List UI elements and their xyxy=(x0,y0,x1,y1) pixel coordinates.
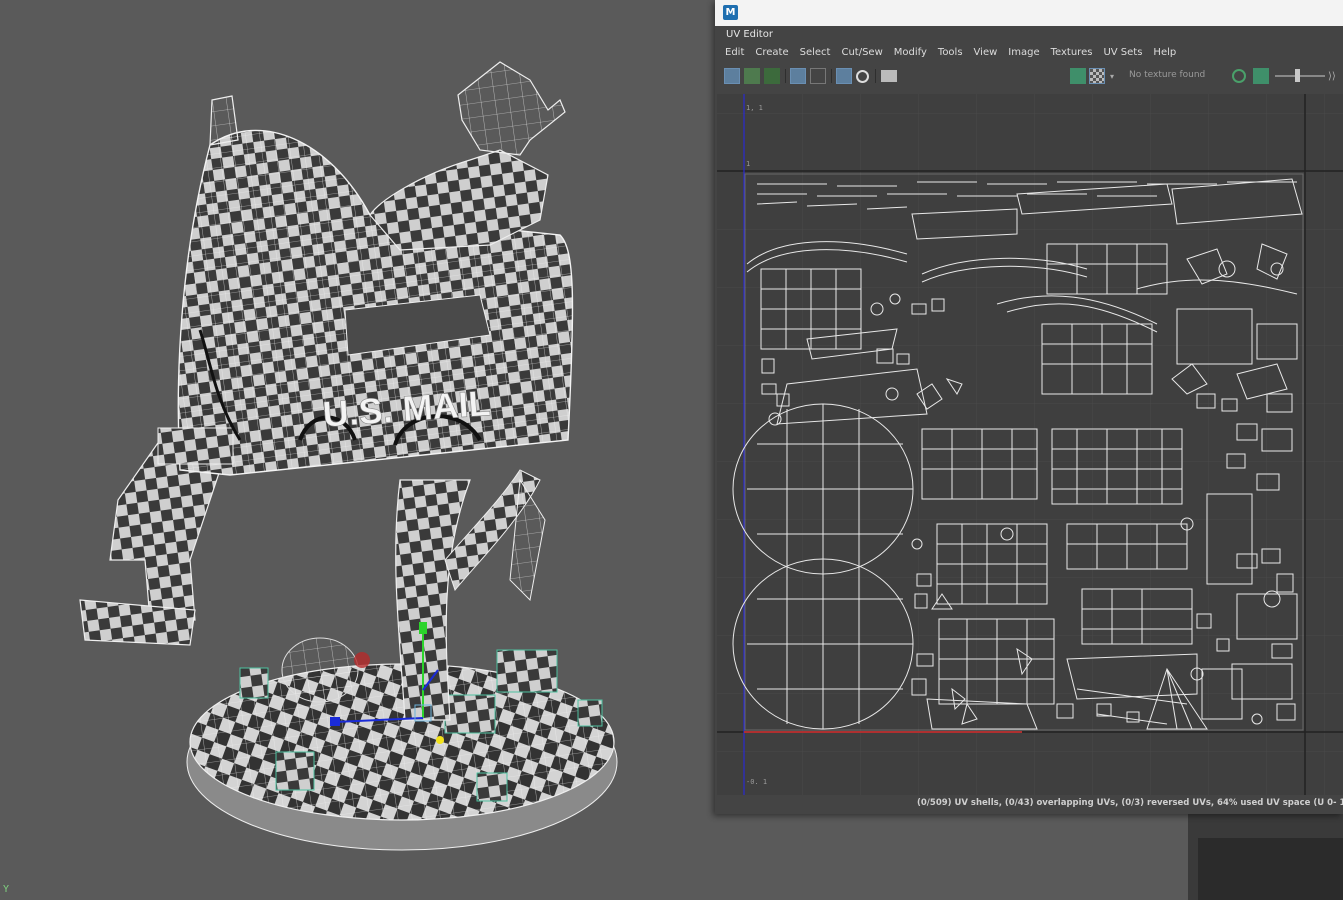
menu-edit[interactable]: Edit xyxy=(725,47,744,58)
uv-face-mode-icon[interactable] xyxy=(764,68,780,84)
uv-tick-label: 1 xyxy=(746,160,751,168)
toolbar-separator xyxy=(875,69,876,83)
uv-select-mode-icon[interactable] xyxy=(724,68,740,84)
image-display-icon[interactable] xyxy=(1070,68,1086,84)
underlying-panel xyxy=(1188,814,1343,900)
grid-toggle-icon[interactable] xyxy=(836,68,852,84)
pixel-snap-icon[interactable] xyxy=(856,70,869,83)
menu-image[interactable]: Image xyxy=(1008,47,1039,58)
snapshot-camera-icon[interactable] xyxy=(881,70,897,82)
uv-grid-viewport[interactable]: 1, 1 1 -0. 1 xyxy=(717,94,1343,798)
uv-distortion-icon[interactable] xyxy=(1232,69,1246,83)
checker-dropdown-icon[interactable]: ▾ xyxy=(1109,68,1117,84)
toolbar-overflow-icon[interactable]: ⟩⟩ xyxy=(1327,68,1341,84)
uv-tick-label: 1, 1 xyxy=(746,104,763,112)
menu-modify[interactable]: Modify xyxy=(894,47,927,58)
uv-toolbar: ▾ No texture found ⟩⟩ xyxy=(715,62,1343,90)
menu-cut-sew[interactable]: Cut/Sew xyxy=(841,47,882,58)
menu-textures[interactable]: Textures xyxy=(1051,47,1093,58)
toolbar-separator xyxy=(785,69,786,83)
checker-map-icon[interactable] xyxy=(1089,68,1105,84)
axis-y-label: Y xyxy=(3,884,10,895)
wireframe-display-icon[interactable] xyxy=(810,68,826,84)
menu-help[interactable]: Help xyxy=(1153,47,1176,58)
menu-view[interactable]: View xyxy=(974,47,998,58)
uv-layout-canvas[interactable] xyxy=(717,94,1343,798)
uv-tick-label: -0. 1 xyxy=(746,778,768,786)
toolbar-separator xyxy=(831,69,832,83)
uv-status-bar: (0/509) UV shells, (0/43) overlapping UV… xyxy=(715,795,1343,814)
texture-status: No texture found xyxy=(1129,70,1206,80)
uv-shell-mode-icon[interactable] xyxy=(744,68,760,84)
maya-app-icon: M xyxy=(723,5,738,20)
image-ratio-icon[interactable] xyxy=(1253,68,1269,84)
uv-menubar: Edit Create Select Cut/Sew Modify Tools … xyxy=(715,42,1343,62)
uv-status-text: (0/509) UV shells, (0/43) overlapping UV… xyxy=(917,798,1343,808)
panel-title-bar: UV Editor xyxy=(715,26,1343,42)
menu-select[interactable]: Select xyxy=(800,47,831,58)
viewport-canvas[interactable]: U.S. MAIL xyxy=(0,0,715,900)
uv-editor-window[interactable]: M UV Editor Edit Create Select Cut/Sew M… xyxy=(715,0,1343,814)
exposure-slider-track[interactable] xyxy=(1275,75,1325,77)
menu-tools[interactable]: Tools xyxy=(938,47,963,58)
exposure-slider-handle[interactable] xyxy=(1295,69,1300,82)
window-titlebar[interactable]: M xyxy=(715,0,1343,26)
menu-uv-sets[interactable]: UV Sets xyxy=(1103,47,1142,58)
underlying-panel-inner xyxy=(1198,838,1343,900)
shaded-uv-display-icon[interactable] xyxy=(790,68,806,84)
menu-create[interactable]: Create xyxy=(755,47,788,58)
panel-title: UV Editor xyxy=(726,29,773,40)
